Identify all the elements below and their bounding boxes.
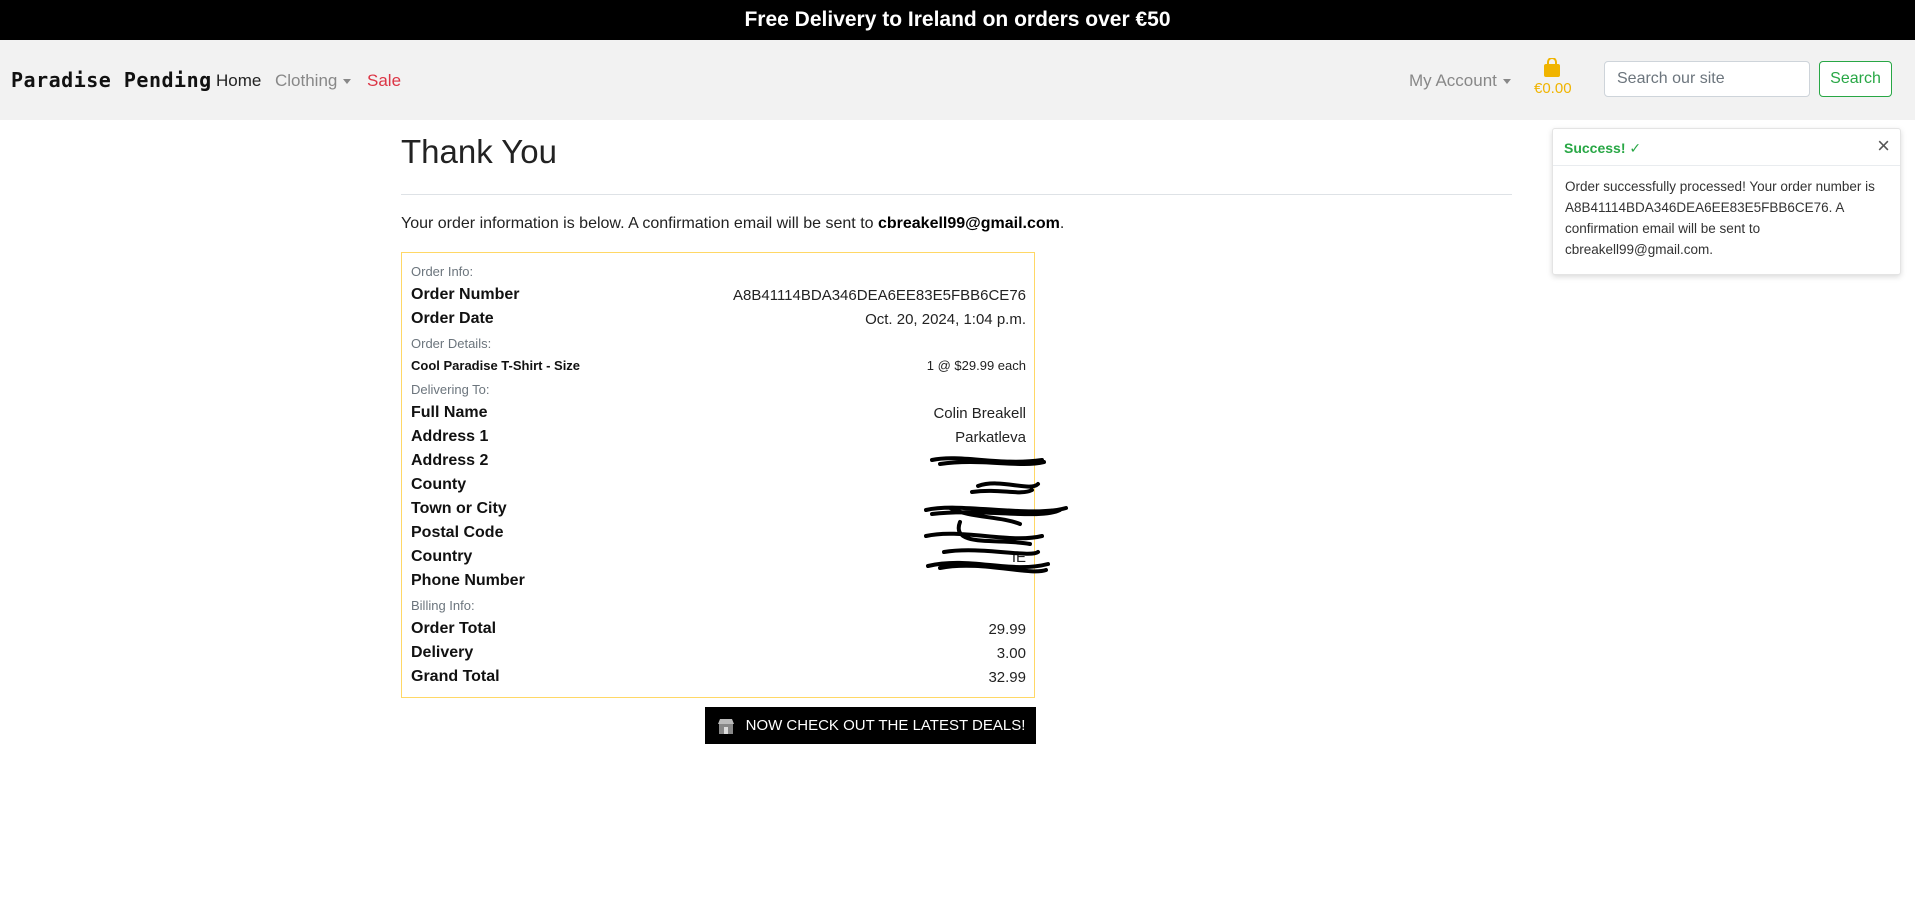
item-name: Cool Paradise T-Shirt - Size <box>411 358 581 373</box>
store-icon <box>717 718 734 734</box>
close-icon[interactable]: × <box>1877 135 1890 157</box>
billing-info-header: Billing Info: <box>411 598 475 613</box>
order-total-value: 29.99 <box>988 620 1026 638</box>
shopping-bag-icon <box>1544 58 1560 77</box>
county-label: County <box>411 476 467 493</box>
success-toast: Success! ✓ × Order successfully processe… <box>1552 128 1901 275</box>
nav-clothing-label: Clothing <box>275 71 338 90</box>
check-icon: ✓ <box>1629 140 1642 156</box>
address1-label: Address 1 <box>411 428 489 445</box>
page-title: Thank You <box>401 133 557 170</box>
brand-logo[interactable]: Paradise Pending <box>11 68 212 92</box>
confirmation-email: cbreakell99@gmail.com <box>877 215 1060 232</box>
delivery-row: Delivery 3.00 <box>411 644 1026 662</box>
chevron-down-icon <box>343 79 352 85</box>
postal-code-label: Postal Code <box>411 524 504 541</box>
phone-label: Phone Number <box>411 572 525 589</box>
order-total-label: Order Total <box>411 620 497 637</box>
grand-total-label: Grand Total <box>411 668 500 685</box>
nav-home-link[interactable]: Home <box>216 71 261 91</box>
nav-clothing-dropdown[interactable]: Clothing <box>275 71 352 91</box>
my-account-dropdown[interactable]: My Account <box>1409 71 1511 91</box>
redaction-scribble <box>924 456 1068 574</box>
order-number-row: Order Number A8B41114BDA346DEA6EE83E5FBB… <box>411 286 1026 304</box>
address1-value: Parkatleva <box>955 428 1026 446</box>
grand-total-row: Grand Total 32.99 <box>411 668 1026 686</box>
order-info-header: Order Info: <box>411 264 474 279</box>
order-number-value: A8B41114BDA346DEA6EE83E5FBB6CE76 <box>733 286 1026 304</box>
search-button[interactable]: Search <box>1819 61 1892 97</box>
delivery-banner: Free Delivery to Ireland on orders over … <box>0 0 1915 40</box>
order-intro-text: Your order information is below. A confi… <box>401 215 1064 233</box>
order-item-row: Cool Paradise T-Shirt - Size 1 @ $29.99 … <box>411 358 1026 373</box>
order-number-label: Order Number <box>411 286 520 303</box>
order-details-header: Order Details: <box>411 336 492 351</box>
delivery-value: 3.00 <box>996 644 1026 662</box>
toast-title-text: Success! <box>1564 140 1626 156</box>
chevron-down-icon <box>1502 79 1511 85</box>
address1-row: Address 1 Parkatleva <box>411 428 1026 446</box>
town-label: Town or City <box>411 500 507 517</box>
full-name-label: Full Name <box>411 404 488 421</box>
order-date-row: Order Date Oct. 20, 2024, 1:04 p.m. <box>411 310 1026 328</box>
grand-total-value: 32.99 <box>988 668 1026 686</box>
search-input[interactable] <box>1604 61 1810 97</box>
nav-sale-link[interactable]: Sale <box>367 71 401 91</box>
intro-text: Your order information is below. A confi… <box>401 215 878 232</box>
toast-title: Success! ✓ <box>1564 140 1641 157</box>
latest-deals-button[interactable]: NOW CHECK OUT THE LATEST DEALS! <box>705 707 1036 744</box>
divider <box>401 194 1512 195</box>
delivering-to-header: Delivering To: <box>411 382 490 397</box>
address2-label: Address 2 <box>411 452 489 469</box>
toast-header: Success! ✓ × <box>1553 129 1900 166</box>
full-name-value: Colin Breakell <box>933 404 1026 422</box>
banner-text: Free Delivery to Ireland on orders over … <box>744 8 1171 31</box>
navbar: Paradise Pending Home Clothing Sale My A… <box>0 40 1915 120</box>
shopping-bag-button[interactable]: €0.00 <box>1534 58 1572 97</box>
toast-message: Order successfully processed! Your order… <box>1565 179 1875 257</box>
country-label: Country <box>411 548 473 565</box>
order-date-value: Oct. 20, 2024, 1:04 p.m. <box>865 310 1026 328</box>
bag-total: €0.00 <box>1534 80 1572 97</box>
item-quantity: 1 @ $29.99 each <box>926 358 1026 373</box>
order-total-row: Order Total 29.99 <box>411 620 1026 638</box>
my-account-label: My Account <box>1409 71 1497 90</box>
full-name-row: Full Name Colin Breakell <box>411 404 1026 422</box>
deals-button-label: NOW CHECK OUT THE LATEST DEALS! <box>745 717 1026 734</box>
intro-end: . <box>1059 215 1065 232</box>
order-date-label: Order Date <box>411 310 494 327</box>
delivery-label: Delivery <box>411 644 474 661</box>
